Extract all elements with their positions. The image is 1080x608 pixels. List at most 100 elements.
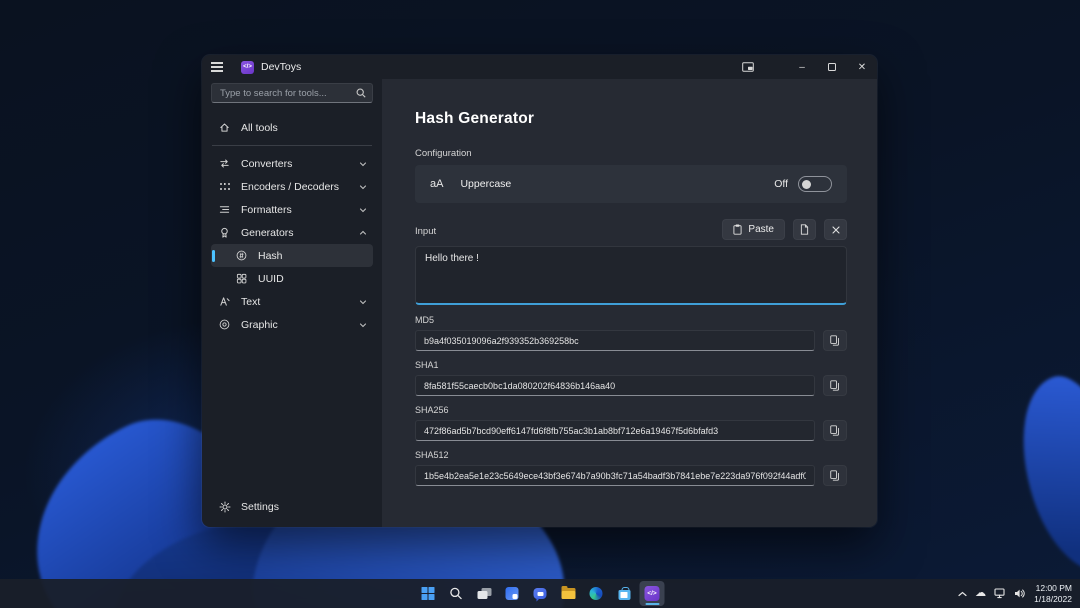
edge-icon [590, 587, 603, 600]
sidebar-item-graphic[interactable]: Graphic [211, 313, 373, 336]
main-pane: Hash Generator Configuration aA Uppercas… [382, 79, 877, 527]
sidebar: All tools Converters Encoders / Decoders [202, 79, 382, 527]
devtoys-taskbar-button[interactable]: </> [640, 581, 665, 606]
widgets-button[interactable] [500, 581, 525, 606]
clock-time: 12:00 PM [1034, 583, 1072, 593]
taskbar-search-button[interactable] [444, 581, 469, 606]
search-box[interactable] [211, 83, 373, 103]
chevron-up-icon [359, 229, 367, 237]
network-tray-button[interactable] [994, 588, 1006, 599]
title-bar[interactable]: </> DevToys – ✕ [202, 55, 877, 79]
maximize-button[interactable] [817, 55, 847, 79]
sidebar-item-encoders-decoders[interactable]: Encoders / Decoders [211, 175, 373, 198]
copy-icon [830, 470, 840, 481]
windows-start-icon [422, 587, 435, 600]
sha512-label: SHA512 [415, 450, 847, 460]
widgets-icon [506, 587, 519, 600]
md5-label: MD5 [415, 315, 847, 325]
clear-button[interactable] [824, 219, 847, 240]
copy-md5-button[interactable] [823, 330, 847, 351]
open-file-button[interactable] [793, 219, 816, 240]
close-button[interactable]: ✕ [847, 55, 877, 79]
sidebar-item-label: Settings [241, 501, 367, 513]
copy-sha512-button[interactable] [823, 465, 847, 486]
chevron-down-icon [359, 160, 367, 168]
close-icon: ✕ [858, 62, 866, 73]
task-view-button[interactable] [472, 581, 497, 606]
sidebar-item-label: Converters [241, 158, 359, 170]
sha1-label: SHA1 [415, 360, 847, 370]
search-icon [450, 587, 463, 600]
paste-button[interactable]: Paste [722, 219, 785, 240]
maximize-icon [828, 63, 836, 71]
uppercase-toggle[interactable] [798, 176, 832, 192]
sidebar-item-label: Encoders / Decoders [241, 181, 359, 193]
indent-lines-icon [218, 204, 231, 215]
taskbar-clock[interactable]: 12:00 PM 1/18/2022 [1034, 583, 1072, 603]
uppercase-label: Uppercase [460, 178, 511, 190]
app-title: DevToys [261, 61, 301, 73]
clipboard-icon [733, 224, 742, 235]
tray-chevron-up-button[interactable] [958, 591, 967, 597]
copy-sha256-button[interactable] [823, 420, 847, 441]
store-icon [618, 590, 630, 600]
sidebar-item-label: Formatters [241, 204, 359, 216]
taskbar: </> ☁ 12:00 PM [0, 579, 1080, 608]
sidebar-item-converters[interactable]: Converters [211, 152, 373, 175]
minimize-button[interactable]: – [787, 55, 817, 79]
md5-output-field[interactable] [415, 330, 815, 351]
clock-date: 1/18/2022 [1034, 594, 1072, 604]
edge-button[interactable] [584, 581, 609, 606]
chevron-down-icon [359, 183, 367, 191]
sidebar-item-label: Hash [258, 250, 367, 262]
search-icon [356, 88, 366, 98]
sidebar-item-settings[interactable]: Settings [211, 495, 373, 518]
search-input[interactable] [220, 88, 356, 99]
volume-icon [1014, 588, 1026, 599]
graphic-icon [218, 319, 231, 330]
sidebar-item-label: Text [241, 296, 359, 308]
sha512-output-field[interactable] [415, 465, 815, 486]
chevron-down-icon [359, 298, 367, 306]
home-icon [218, 122, 231, 133]
copy-sha1-button[interactable] [823, 375, 847, 396]
sidebar-item-label: UUID [258, 273, 367, 285]
volume-tray-button[interactable] [1014, 588, 1026, 599]
start-button[interactable] [416, 581, 441, 606]
chevron-down-icon [359, 321, 367, 329]
microsoft-store-button[interactable] [612, 581, 637, 606]
devtoys-icon: </> [645, 586, 660, 601]
chat-icon [534, 588, 547, 599]
sidebar-item-formatters[interactable]: Formatters [211, 198, 373, 221]
chat-button[interactable] [528, 581, 553, 606]
compact-overlay-button[interactable] [733, 55, 763, 79]
gear-icon [218, 501, 231, 513]
swap-arrows-icon [218, 158, 231, 169]
sha256-output-field[interactable] [415, 420, 815, 441]
close-icon [832, 226, 840, 234]
sidebar-item-label: Generators [241, 227, 359, 239]
hash-icon [235, 250, 248, 261]
onedrive-tray-button[interactable]: ☁ [975, 588, 986, 599]
hamburger-button[interactable] [211, 58, 233, 76]
cloud-icon: ☁ [975, 588, 986, 599]
sidebar-item-label: All tools [241, 122, 367, 134]
task-view-icon [477, 588, 491, 599]
paste-button-label: Paste [748, 224, 774, 235]
wallpaper-petal [999, 365, 1080, 585]
minimize-icon: – [799, 62, 805, 73]
sidebar-item-all-tools[interactable]: All tools [211, 116, 373, 139]
certificate-icon [218, 227, 231, 239]
sha256-label: SHA256 [415, 405, 847, 415]
chevron-down-icon [359, 206, 367, 214]
sidebar-item-hash[interactable]: Hash [211, 244, 373, 267]
sidebar-item-generators[interactable]: Generators [211, 221, 373, 244]
input-textarea[interactable]: Hello there ! [415, 246, 847, 305]
sidebar-item-text[interactable]: Text [211, 290, 373, 313]
toggle-state-label: Off [774, 178, 788, 190]
sidebar-item-uuid[interactable]: UUID [211, 267, 373, 290]
devtoys-logo-icon: </> [241, 61, 254, 74]
case-icon: aA [430, 178, 443, 190]
sha1-output-field[interactable] [415, 375, 815, 396]
file-explorer-button[interactable] [556, 581, 581, 606]
